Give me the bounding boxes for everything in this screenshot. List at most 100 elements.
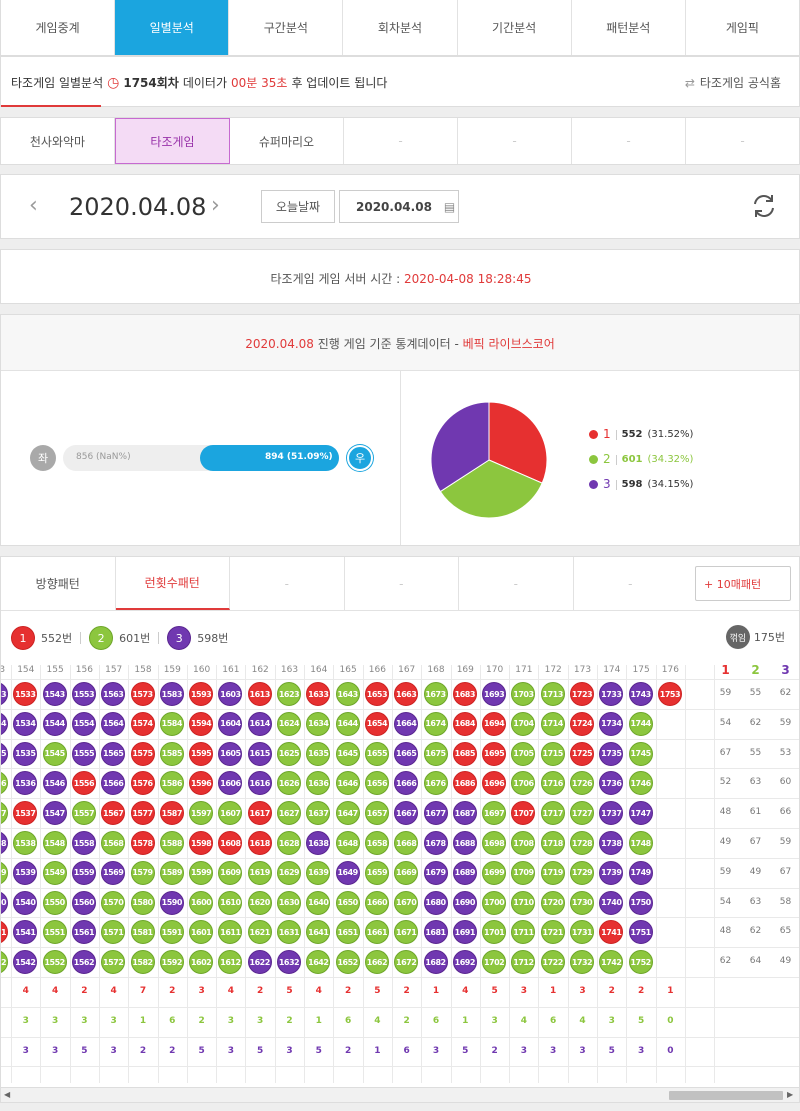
game-tab[interactable]: - [686, 118, 799, 164]
count-text: 598번 [197, 632, 229, 645]
result-ball: 1622 [247, 950, 272, 975]
legend-dot [589, 455, 598, 464]
result-ball: 1629 [277, 860, 301, 885]
nav-tab[interactable]: 구간분석 [229, 0, 344, 55]
game-tab[interactable]: 천사와악마 [1, 118, 115, 164]
next-date-button[interactable]: › [211, 193, 220, 218]
run-count: 3 [432, 1045, 440, 1056]
result-ball: 1661 [364, 920, 389, 945]
column-header: 172 [544, 665, 562, 675]
result-ball: 1729 [570, 860, 594, 885]
game-tab[interactable]: - [572, 118, 686, 164]
column-header: 155 [46, 665, 64, 675]
date-input[interactable]: 2020.04.08 ▤ [339, 190, 459, 223]
today-button[interactable]: 오늘날짜 [261, 190, 335, 223]
prev-date-button[interactable]: ‹ [29, 193, 38, 218]
right-badge: 우 [347, 445, 373, 471]
result-ball: 1721 [540, 920, 565, 945]
pattern-tab[interactable]: 방향패턴 [1, 557, 116, 610]
pattern-tab[interactable]: - [230, 557, 345, 610]
result-ball: 1745 [628, 741, 653, 766]
pattern-tab[interactable]: 런횟수패턴 [115, 557, 230, 610]
result-ball: 1659 [364, 860, 389, 885]
run-count: 2 [169, 1045, 176, 1056]
result-ball: 1744 [628, 711, 653, 736]
result-ball: 1561 [71, 920, 96, 945]
livescore-link[interactable]: 베픽 라이브스코어 [463, 337, 555, 351]
run-count: 4 [579, 1015, 586, 1026]
run-count: 4 [462, 986, 469, 996]
result-ball: 1624 [277, 711, 301, 736]
result-ball: 1720 [540, 890, 565, 915]
game-tab[interactable]: - [344, 118, 458, 164]
result-ball: 1750 [628, 890, 653, 915]
result-ball: 1585 [159, 741, 184, 766]
nav-tab[interactable]: 게임중계 [1, 0, 116, 55]
result-ball: 1665 [394, 741, 419, 766]
result-ball: 1565 [101, 741, 126, 766]
result-ball: 1707 [511, 801, 536, 826]
result-ball: 1575 [130, 741, 155, 766]
stats-title: 진행 게임 기준 통계데이터 - [317, 337, 459, 351]
legend-sep [615, 479, 617, 490]
result-ball: 1701 [482, 920, 507, 945]
scroll-left-button[interactable]: ◀ [4, 1090, 10, 1099]
grid-hline [1, 798, 799, 800]
result-ball: 1623 [277, 682, 301, 706]
result-ball: 1676 [423, 771, 448, 796]
run-count: 1 [315, 1015, 322, 1026]
nav-tab[interactable]: 기간분석 [458, 0, 572, 55]
result-ball: 1571 [101, 920, 126, 945]
scroll-right-button[interactable]: ▶ [787, 1090, 793, 1099]
result-ball: 1640 [306, 890, 331, 915]
legend-item: 1 552 (31.52%) [589, 422, 693, 447]
result-ball: 1680 [423, 890, 448, 915]
nav-tab[interactable]: 회차분석 [343, 0, 458, 55]
pattern-tab[interactable]: - [574, 557, 688, 610]
result-ball: 1606 [218, 771, 243, 796]
game-tab[interactable]: - [458, 118, 572, 164]
nav-tab[interactable]: 패턴분석 [572, 0, 686, 55]
official-link[interactable]: ⇄ 타조게임 공식홈 [685, 74, 781, 91]
run-count: 2 [344, 986, 352, 996]
result-ball: 1548 [42, 831, 67, 855]
game-tab[interactable]: 타조게임 [115, 118, 230, 164]
result-ball: 1608 [218, 831, 243, 855]
result-ball: 1589 [159, 860, 184, 885]
result-ball: 1581 [130, 920, 155, 945]
row-stat: 58 [779, 896, 792, 907]
game-tab[interactable]: 슈퍼마리오 [230, 118, 344, 164]
result-ball: 1556 [71, 771, 96, 796]
pattern-tab[interactable]: - [345, 557, 459, 610]
nav-tab[interactable]: 일별분석 [115, 0, 230, 55]
official-link-label: 타조게임 공식홈 [699, 76, 781, 90]
scroll-thumb[interactable] [669, 1091, 783, 1100]
row-stat: 66 [779, 807, 792, 818]
run-count: 3 [608, 1015, 615, 1026]
result-ball: 1621 [247, 920, 272, 945]
nav-tab[interactable]: 게임픽 [686, 0, 799, 55]
pattern-tab[interactable]: - [459, 557, 574, 610]
grid-hline [1, 887, 799, 889]
result-ball: 1588 [159, 831, 184, 855]
grid-hline [1, 917, 799, 919]
run-count: 1 [550, 986, 557, 996]
ten-pattern-button[interactable]: + 10매패턴 [695, 566, 791, 601]
result-ball: 1652 [335, 950, 360, 975]
column-header: 159 [163, 665, 181, 675]
result-ball: 1713 [540, 682, 565, 706]
result-ball: 1728 [570, 831, 594, 855]
stat-header: 3 [781, 663, 790, 677]
horizontal-scrollbar[interactable]: ◀ ▶ [1, 1087, 799, 1102]
result-ball: 1524 [1, 711, 8, 736]
run-count: 3 [550, 1045, 557, 1056]
result-ball: 1678 [423, 831, 448, 855]
result-ball: 1725 [570, 741, 594, 766]
result-ball: 1583 [159, 682, 184, 706]
run-count: 2 [403, 986, 410, 996]
result-ball: 1733 [599, 682, 624, 706]
refresh-icon[interactable] [750, 192, 778, 220]
run-count: 5 [198, 1045, 205, 1056]
row-stat: 65 [779, 926, 792, 937]
right-value: 894 (51.09%) [265, 452, 333, 462]
